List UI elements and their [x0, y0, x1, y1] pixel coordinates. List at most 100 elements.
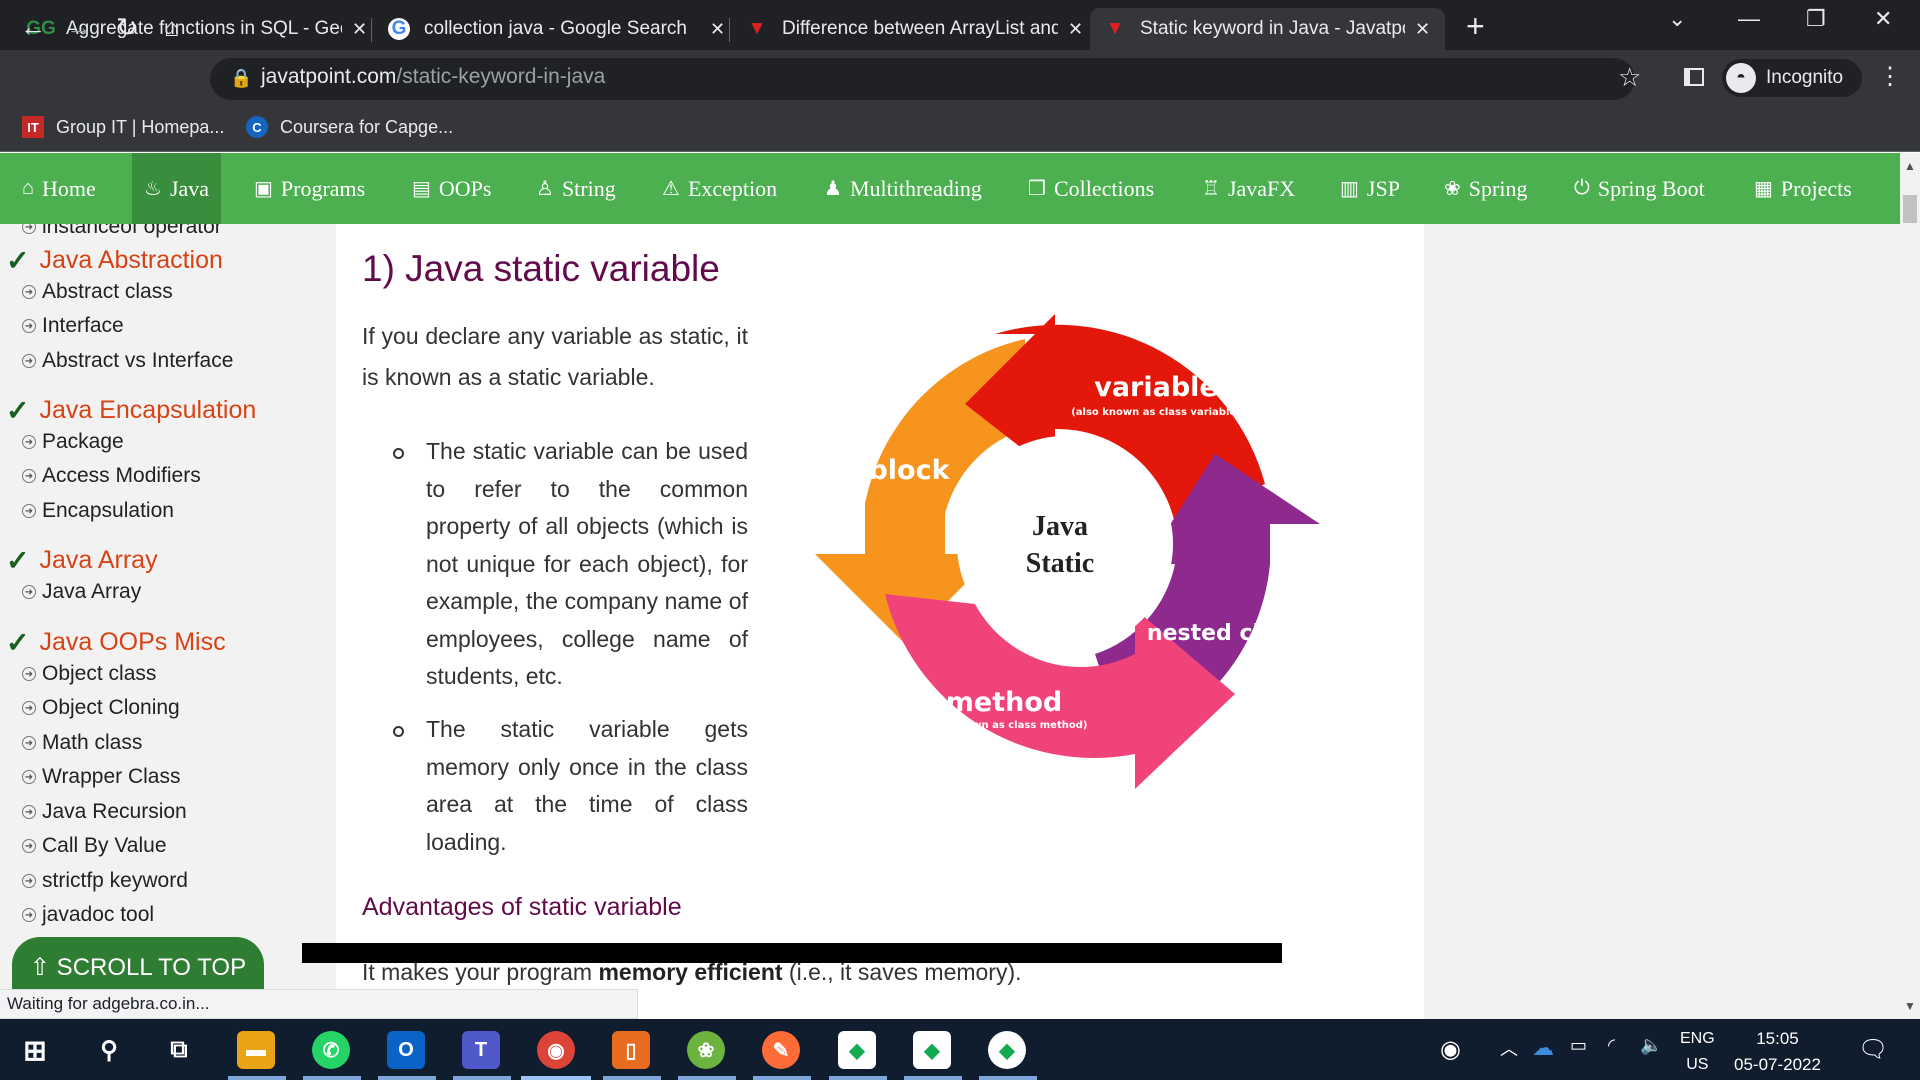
browser-menu-icon[interactable]: ⋮ — [1878, 62, 1902, 91]
close-tab-icon[interactable]: ✕ — [710, 19, 725, 40]
side-panel-icon[interactable] — [1684, 68, 1704, 86]
close-window-icon[interactable]: ✕ — [1874, 6, 1892, 32]
tab-static-keyword[interactable]: ▼ Static keyword in Java - Javatpoint ✕ — [1090, 8, 1445, 50]
sidebar-heading-array[interactable]: ✓ Java Array — [6, 544, 158, 577]
eye-icon[interactable]: ◉ — [1440, 1035, 1461, 1064]
sidebar-item-label: Encapsulation — [42, 499, 174, 522]
minimize-icon[interactable]: — — [1738, 6, 1760, 32]
sidebar-item-math-class[interactable]: ➜ Math class — [22, 731, 142, 755]
forward-icon[interactable]: → — [66, 12, 92, 43]
nav-programs[interactable]: ▣ Programs — [242, 153, 377, 224]
new-tab-icon[interactable]: + — [1466, 8, 1485, 45]
sidebar-heading-encapsulation[interactable]: ✓ Java Encapsulation — [6, 394, 256, 427]
notifications-icon[interactable]: 🗨 — [1858, 1035, 1888, 1064]
mongodb-compass-icon[interactable]: ◆ — [838, 1031, 876, 1069]
nav-projects[interactable]: ▦ Projects — [1742, 153, 1864, 224]
diagram-center-static: Static — [1026, 548, 1094, 579]
tab-search-chevron-icon[interactable]: ⌄ — [1668, 6, 1686, 32]
outlook-icon[interactable]: O — [387, 1031, 425, 1069]
mongodb-compass-icon[interactable]: ◆ — [913, 1031, 951, 1069]
diagram-block-label: block — [868, 455, 950, 486]
powerpoint-icon[interactable]: ▯ — [612, 1031, 650, 1069]
sidebar-item-object-cloning[interactable]: ➜ Object Cloning — [22, 696, 180, 720]
tab-arraylist-difference[interactable]: ▼ Difference between ArrayList and ✕ — [732, 8, 1097, 50]
close-tab-icon[interactable]: ✕ — [1415, 19, 1430, 40]
mongodb-compass-icon[interactable]: ◆ — [988, 1031, 1026, 1069]
system-clock[interactable]: 15:05 05-07-2022 — [1734, 1026, 1821, 1078]
back-icon[interactable]: ← — [20, 12, 46, 43]
scroll-to-top-button[interactable]: ⇧ SCROLL TO TOP — [12, 937, 264, 997]
nav-exception[interactable]: ⚠ Exception — [650, 153, 789, 224]
windows-start-icon[interactable]: ⊞ — [16, 1031, 54, 1069]
incognito-indicator[interactable]: ◓ Incognito — [1722, 59, 1862, 97]
sidebar-item-strictfp-keyword[interactable]: ➜ strictfp keyword — [22, 869, 188, 893]
nav-oops[interactable]: ▤ OOPs — [400, 153, 503, 224]
nav-collections[interactable]: ❐ Collections — [1016, 153, 1166, 224]
spring-boot-icon: ⏻ — [1574, 177, 1590, 199]
whatsapp-icon[interactable]: ✆ — [312, 1031, 350, 1069]
restore-icon[interactable]: ❐ — [1806, 6, 1826, 32]
home-button-icon[interactable]: ⌂ — [164, 12, 180, 43]
volume-icon[interactable]: 🔈 — [1640, 1035, 1662, 1056]
nav-spring-boot[interactable]: ⏻ Spring Boot — [1562, 153, 1717, 224]
sidebar-item-instanceof[interactable]: ➜ instanceof operator — [22, 224, 222, 239]
sidebar-item-interface[interactable]: ➜ Interface — [22, 314, 124, 338]
close-tab-icon[interactable]: ✕ — [1068, 19, 1083, 40]
language-indicator[interactable]: ENG US — [1680, 1026, 1715, 1078]
bookmark-group-it[interactable]: IT Group IT | Homepa... — [22, 116, 224, 138]
nav-string[interactable]: ♙ String — [524, 153, 628, 224]
sidebar-heading-oops-misc[interactable]: ✓ Java OOPs Misc — [6, 626, 226, 659]
search-icon[interactable]: ⚲ — [90, 1031, 128, 1069]
teams-icon[interactable]: T — [462, 1031, 500, 1069]
nav-javafx[interactable]: ♖ JavaFX — [1190, 153, 1307, 224]
scroll-down-icon[interactable]: ▼ — [1904, 999, 1916, 1013]
reload-icon[interactable]: ↻ — [116, 12, 138, 43]
sidebar-item-java-array[interactable]: ➜ Java Array — [22, 580, 141, 604]
arrow-circle-icon: ➜ — [22, 435, 36, 449]
sidebar-heading-abstraction[interactable]: ✓ Java Abstraction — [6, 244, 223, 277]
chrome-icon[interactable]: ◉ — [537, 1031, 575, 1069]
nav-spring[interactable]: ❀ Spring — [1432, 153, 1539, 224]
wifi-icon[interactable]: ◜ — [1608, 1035, 1615, 1056]
close-tab-icon[interactable]: ✕ — [352, 19, 367, 40]
nav-label: Collections — [1053, 175, 1155, 201]
bookmark-star-icon[interactable]: ☆ — [1618, 62, 1641, 93]
page-scrollbar[interactable]: ▲ ▼ — [1900, 153, 1920, 1019]
battery-icon[interactable]: ▭ — [1570, 1035, 1587, 1056]
sidebar-item-abstract-class[interactable]: ➜ Abstract class — [22, 280, 173, 304]
sidebar-item-package[interactable]: ➜ Package — [22, 430, 124, 454]
checkmark-icon: ✓ — [6, 627, 30, 658]
sidebar-item-call-by-value[interactable]: ➜ Call By Value — [22, 834, 167, 858]
java-static-diagram: Java Static variable (also known as clas… — [815, 314, 1320, 789]
lock-icon[interactable]: 🔒 — [230, 68, 252, 89]
sidebar-item-encapsulation[interactable]: ➜ Encapsulation — [22, 499, 174, 523]
bookmark-coursera[interactable]: C Coursera for Capge... — [246, 116, 453, 138]
spring-tool-suite-icon[interactable]: ❀ — [687, 1031, 725, 1069]
sidebar-item-label: Package — [42, 430, 124, 453]
scroll-up-icon[interactable]: ▲ — [1904, 159, 1916, 173]
nav-java[interactable]: ♨ Java — [132, 153, 222, 224]
postman-icon[interactable]: ✎ — [762, 1031, 800, 1069]
sidebar-item-javadoc-tool[interactable]: ➜ javadoc tool — [22, 903, 154, 927]
bookmark-label: Group IT | Homepa... — [56, 116, 225, 137]
sidebar-item-abstract-vs-interface[interactable]: ➜ Abstract vs Interface — [22, 349, 233, 373]
url-text[interactable]: javatpoint.com/static-keyword-in-java — [261, 65, 605, 89]
javatpoint-icon: ▼ — [747, 18, 767, 39]
sidebar-item-access-modifiers[interactable]: ➜ Access Modifiers — [22, 464, 201, 488]
nav-multithreading[interactable]: ♟ Multithreading — [812, 153, 994, 224]
nav-jsp[interactable]: ▥ JSP — [1328, 153, 1412, 224]
sidebar-item-java-recursion[interactable]: ➜ Java Recursion — [22, 800, 187, 824]
tab-google-search[interactable]: G collection java - Google Search ✕ — [374, 8, 739, 50]
sidebar-item-wrapper-class[interactable]: ➜ Wrapper Class — [22, 765, 181, 789]
nav-home[interactable]: ⌂ Home — [10, 153, 108, 224]
nav-label: JSP — [1366, 175, 1400, 201]
file-explorer-icon[interactable]: ▬ — [237, 1031, 275, 1069]
sidebar-item-object-class[interactable]: ➜ Object class — [22, 662, 156, 686]
task-view-icon[interactable]: ⧉ — [160, 1031, 198, 1069]
show-hidden-icons-icon[interactable]: ︿ — [1500, 1035, 1518, 1061]
right-ad-column — [1424, 224, 1900, 1019]
tab-divider — [729, 18, 730, 42]
advantage-paragraph: It makes your program memory efficient (… — [362, 959, 1022, 986]
onedrive-icon[interactable]: ☁ — [1532, 1035, 1554, 1061]
scrollbar-thumb[interactable] — [1903, 195, 1917, 223]
